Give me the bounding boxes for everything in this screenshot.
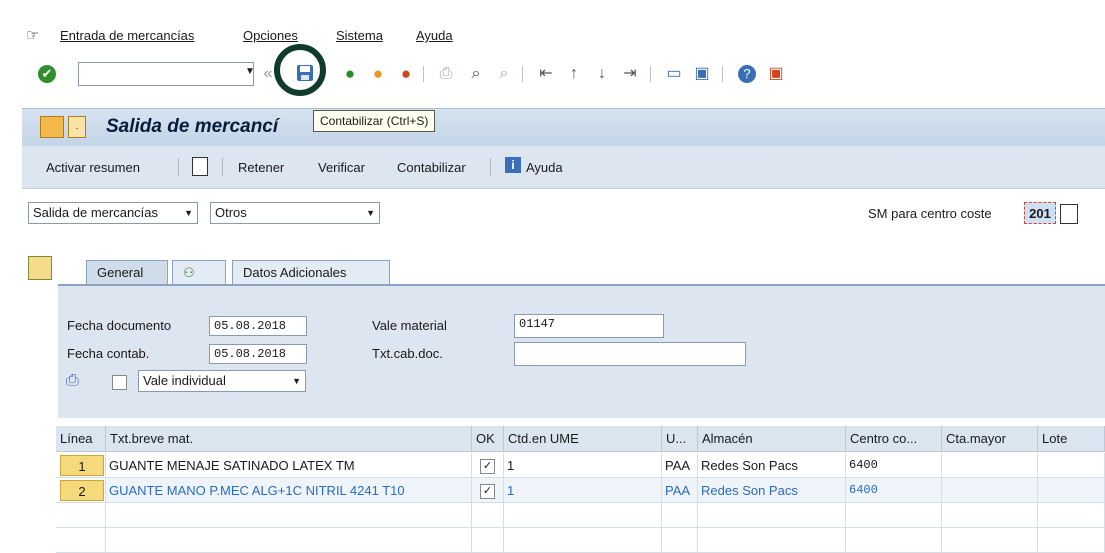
check-button[interactable]: Verificar	[318, 160, 365, 175]
new-session-icon[interactable]: ▭	[664, 64, 684, 84]
help-button[interactable]: Ayuda	[526, 160, 563, 175]
row-batch[interactable]	[1038, 478, 1105, 503]
post-button[interactable]: Contabilizar	[397, 160, 466, 175]
menu-sistema[interactable]: Sistema	[336, 28, 383, 43]
first-page-icon[interactable]: ⇤	[536, 64, 556, 84]
menu-opciones[interactable]: Opciones	[243, 28, 298, 43]
row-select-button[interactable]: 1	[60, 455, 104, 476]
post-date-input[interactable]: 05.08.2018	[209, 344, 307, 364]
row-ok-cell[interactable]: ✓	[472, 478, 504, 503]
chevron-down-icon: ▼	[366, 208, 375, 218]
header-text-input[interactable]	[514, 342, 746, 366]
copy-icon[interactable]	[1060, 204, 1078, 224]
activate-overview-button[interactable]: Activar resumen	[46, 160, 140, 175]
row-cost-center[interactable]: 6400	[846, 453, 942, 478]
reference-select[interactable]: Otros ▼	[210, 202, 380, 224]
post-date-label: Fecha contab.	[67, 346, 150, 361]
col-header-unit[interactable]: U...	[662, 426, 698, 452]
tab-partner[interactable]: ⚇	[172, 260, 226, 284]
application-toolbar	[22, 146, 1105, 189]
movement-type-field[interactable]: 201	[1024, 202, 1056, 224]
transaction-select[interactable]: Salida de mercancías ▼	[28, 202, 198, 224]
customize-icon[interactable]: ▣	[766, 64, 786, 84]
page-title: Salida de mercancí	[106, 116, 279, 137]
find-next-icon[interactable]: ⌕	[494, 64, 514, 84]
header-text-label: Txt.cab.doc.	[372, 346, 443, 361]
col-header-qty[interactable]: Ctd.en UME	[504, 426, 662, 452]
print-icon[interactable]: ⎙	[436, 64, 456, 84]
command-field[interactable]: ▼	[78, 62, 255, 86]
row-ok-cell[interactable]: ✓	[472, 453, 504, 478]
help-icon[interactable]: ?	[738, 65, 756, 83]
last-page-icon[interactable]: ⇥	[620, 64, 640, 84]
next-page-icon[interactable]: ↓	[592, 64, 612, 84]
prev-page-icon[interactable]: ↑	[564, 64, 584, 84]
row-storage[interactable]: Redes Son Pacs	[698, 453, 846, 478]
row-gl-account[interactable]	[942, 453, 1038, 478]
row-cost-center[interactable]: 6400	[846, 478, 942, 503]
ok-checkbox[interactable]: ✓	[480, 459, 495, 475]
find-icon[interactable]: ⌕	[466, 64, 486, 84]
col-header-text[interactable]: Txt.breve mat.	[106, 426, 472, 452]
ok-checkbox[interactable]: ✓	[480, 484, 495, 500]
partner-icon: ⚇	[183, 265, 195, 280]
exit-icon[interactable]: ●	[368, 64, 388, 84]
transaction-icon[interactable]	[40, 116, 64, 138]
col-header-gl-account[interactable]: Cta.mayor	[942, 426, 1038, 452]
new-document-icon[interactable]	[192, 157, 208, 176]
info-icon: i	[505, 157, 521, 173]
doc-date-input[interactable]: 05.08.2018	[209, 316, 307, 336]
print-checkbox[interactable]	[112, 375, 127, 390]
row-material-text[interactable]: GUANTE MANO P.MEC ALG+1C NITRIL 4241 T10	[106, 478, 472, 503]
header-toggle-icon[interactable]	[28, 256, 52, 280]
menu-entrada[interactable]: Entrada de mercancías	[60, 28, 194, 43]
row-qty[interactable]: 1	[504, 453, 662, 478]
row-qty[interactable]: 1	[504, 478, 662, 503]
col-header-cost-center[interactable]: Centro co...	[846, 426, 942, 452]
chevron-down-icon: ▼	[184, 208, 193, 218]
tab-additional-data[interactable]: Datos Adicionales	[232, 260, 390, 284]
tab-general[interactable]: General	[86, 260, 168, 284]
separator	[178, 158, 179, 176]
material-slip-label: Vale material	[372, 318, 447, 333]
back-icon[interactable]: ●	[340, 64, 360, 84]
shortcut-icon[interactable]: ▣	[692, 64, 712, 84]
separator	[490, 158, 491, 176]
print-option-value: Vale individual	[143, 373, 226, 388]
highlight-circle	[274, 44, 326, 96]
chevron-down-icon: ▼	[292, 376, 301, 386]
reference-select-value: Otros	[215, 205, 247, 220]
row-select-button[interactable]: 2	[60, 480, 104, 501]
save-tooltip: Contabilizar (Ctrl+S)	[313, 110, 436, 132]
movement-type-label: SM para centro coste	[868, 206, 992, 221]
col-header-storage[interactable]: Almacén	[698, 426, 846, 452]
col-header-ok[interactable]: OK	[472, 426, 504, 452]
hold-button[interactable]: Retener	[238, 160, 284, 175]
check-icon[interactable]: ✔	[38, 65, 56, 83]
col-header-batch[interactable]: Lote	[1038, 426, 1105, 452]
cancel-icon[interactable]: ●	[396, 64, 416, 84]
dropdown-small-icon[interactable]: .	[68, 116, 86, 138]
row-unit[interactable]: PAA	[662, 453, 698, 478]
row-gl-account[interactable]	[942, 478, 1038, 503]
tab-general-label: General	[97, 265, 144, 280]
system-menu-icon[interactable]: ☞	[26, 26, 39, 44]
row-material-text[interactable]: GUANTE MENAJE SATINADO LATEX TM	[106, 453, 472, 478]
material-slip-input[interactable]: 01147	[514, 314, 664, 338]
row-storage[interactable]: Redes Son Pacs	[698, 478, 846, 503]
menu-ayuda[interactable]: Ayuda	[416, 28, 453, 43]
row-batch[interactable]	[1038, 453, 1105, 478]
tab-additional-label: Datos Adicionales	[243, 265, 347, 280]
menu-bar: ☞ Entrada de mercancías Opciones Sistema…	[0, 0, 1105, 52]
transaction-select-value: Salida de mercancías	[33, 205, 159, 220]
printer-icon: ⎙	[66, 372, 79, 389]
print-option-select[interactable]: Vale individual ▼	[138, 370, 306, 392]
chevron-down-icon[interactable]: ▼	[245, 66, 255, 77]
row-unit[interactable]: PAA	[662, 478, 698, 503]
separator	[222, 158, 223, 176]
doc-date-label: Fecha documento	[67, 318, 172, 333]
col-header-line[interactable]: Línea	[56, 426, 106, 452]
